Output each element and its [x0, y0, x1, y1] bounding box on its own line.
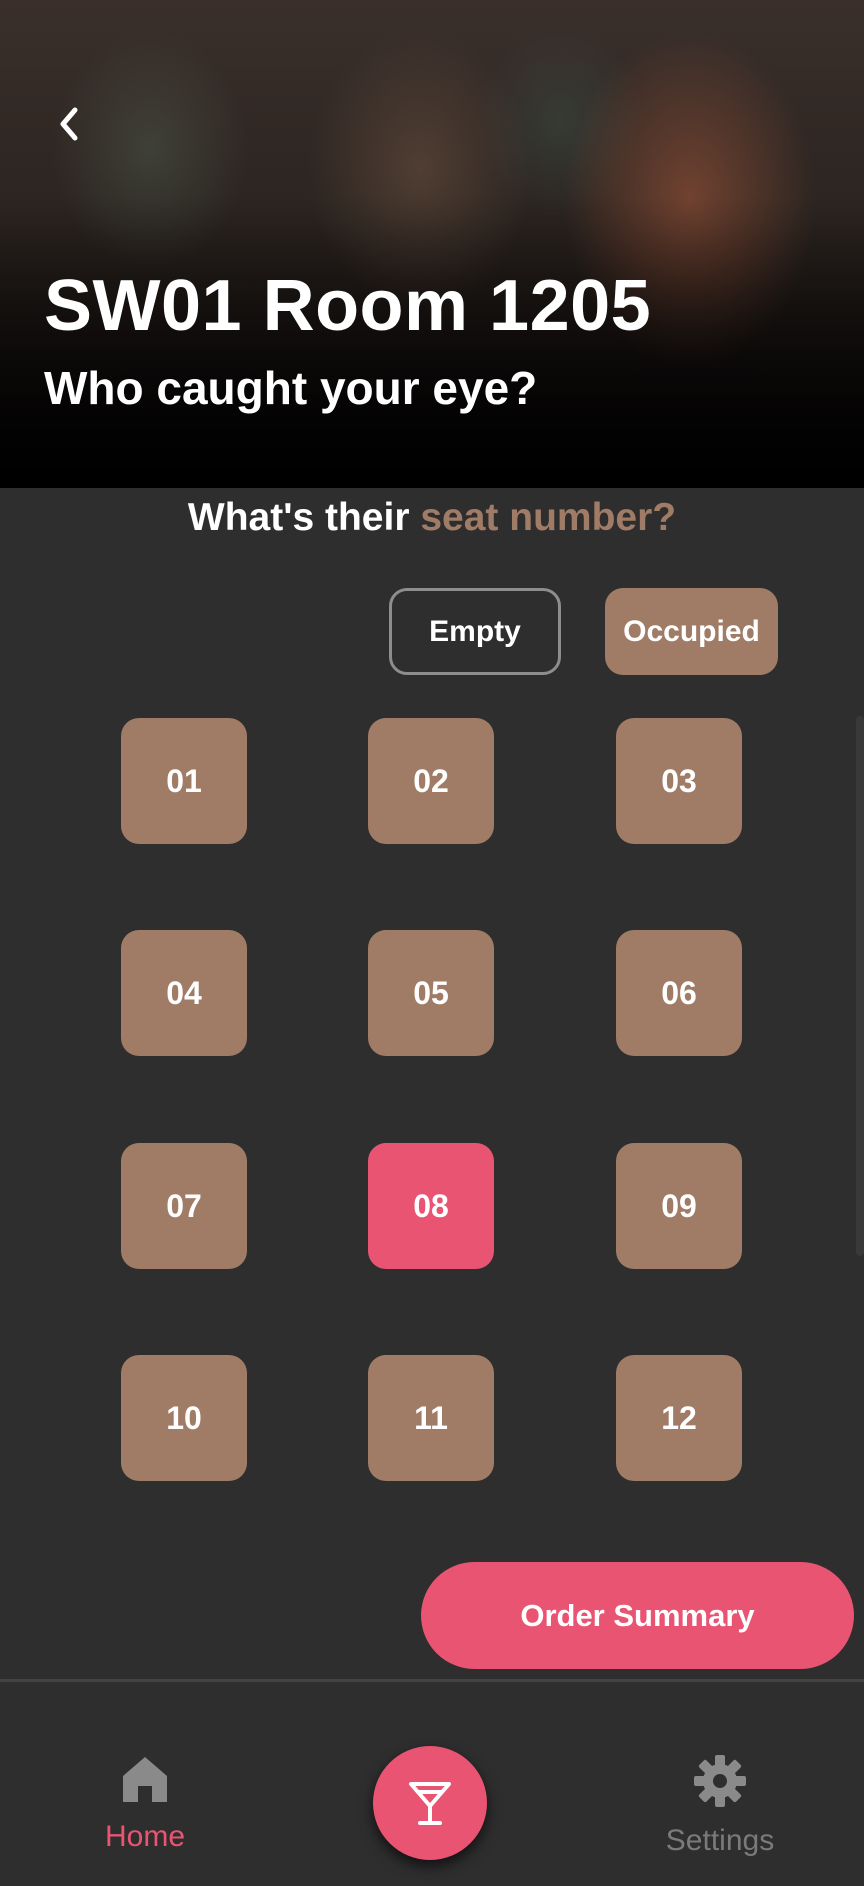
home-icon [123, 1757, 167, 1802]
chevron-left-icon [60, 107, 78, 141]
seat-01[interactable]: 01 [121, 718, 247, 844]
seat-11[interactable]: 11 [368, 1355, 494, 1481]
seat-number: 06 [661, 974, 697, 1011]
seat-prompt: What's their seat number? [0, 492, 864, 544]
nav-settings-label: Settings [665, 1824, 775, 1857]
seat-04[interactable]: 04 [121, 930, 247, 1056]
order-summary-button[interactable]: Order Summary [421, 1562, 854, 1669]
seat-number: 03 [661, 762, 697, 799]
gear-icon [694, 1755, 746, 1807]
seat-03[interactable]: 03 [616, 718, 742, 844]
seat-05[interactable]: 05 [368, 930, 494, 1056]
seat-number: 08 [413, 1187, 449, 1224]
scrollbar[interactable] [856, 716, 864, 1256]
page-title: SW01 Room 1205 [44, 266, 652, 346]
legend-empty-label: Empty [429, 614, 521, 648]
page-subtitle: Who caught your eye? [44, 362, 538, 414]
legend-occupied-label: Occupied [623, 614, 760, 648]
seat-number: 07 [166, 1187, 202, 1224]
seat-number: 11 [414, 1399, 448, 1436]
seat-06[interactable]: 06 [616, 930, 742, 1056]
seat-number: 12 [661, 1399, 697, 1436]
seat-02[interactable]: 02 [368, 718, 494, 844]
seat-number: 09 [661, 1187, 697, 1224]
seat-07[interactable]: 07 [121, 1143, 247, 1269]
seat-number: 10 [166, 1399, 202, 1436]
legend-empty: Empty [389, 588, 561, 675]
drinks-fab-button[interactable] [373, 1746, 487, 1860]
seat-prompt-text: What's their [187, 496, 421, 539]
hero-header: SW01 Room 1205 Who caught your eye? [0, 0, 864, 488]
cocktail-glass-icon [409, 1782, 451, 1825]
seat-number: 01 [166, 762, 202, 799]
nav-settings[interactable]: Settings [640, 1754, 800, 1874]
seat-09[interactable]: 09 [616, 1143, 742, 1269]
nav-home-label: Home [104, 1820, 186, 1853]
back-button[interactable] [48, 100, 88, 148]
legend-occupied: Occupied [605, 588, 778, 675]
seat-prompt-accent: seat number? [420, 496, 677, 539]
seat-number: 05 [413, 974, 449, 1011]
bottom-nav: Home Settings [0, 1679, 864, 1886]
seat-12[interactable]: 12 [616, 1355, 742, 1481]
seat-number: 04 [166, 974, 202, 1011]
nav-home[interactable]: Home [90, 1754, 200, 1874]
seat-10[interactable]: 10 [121, 1355, 247, 1481]
seat-number: 02 [413, 762, 449, 799]
seat-08-selected[interactable]: 08 [368, 1143, 494, 1269]
order-summary-label: Order Summary [520, 1597, 755, 1633]
